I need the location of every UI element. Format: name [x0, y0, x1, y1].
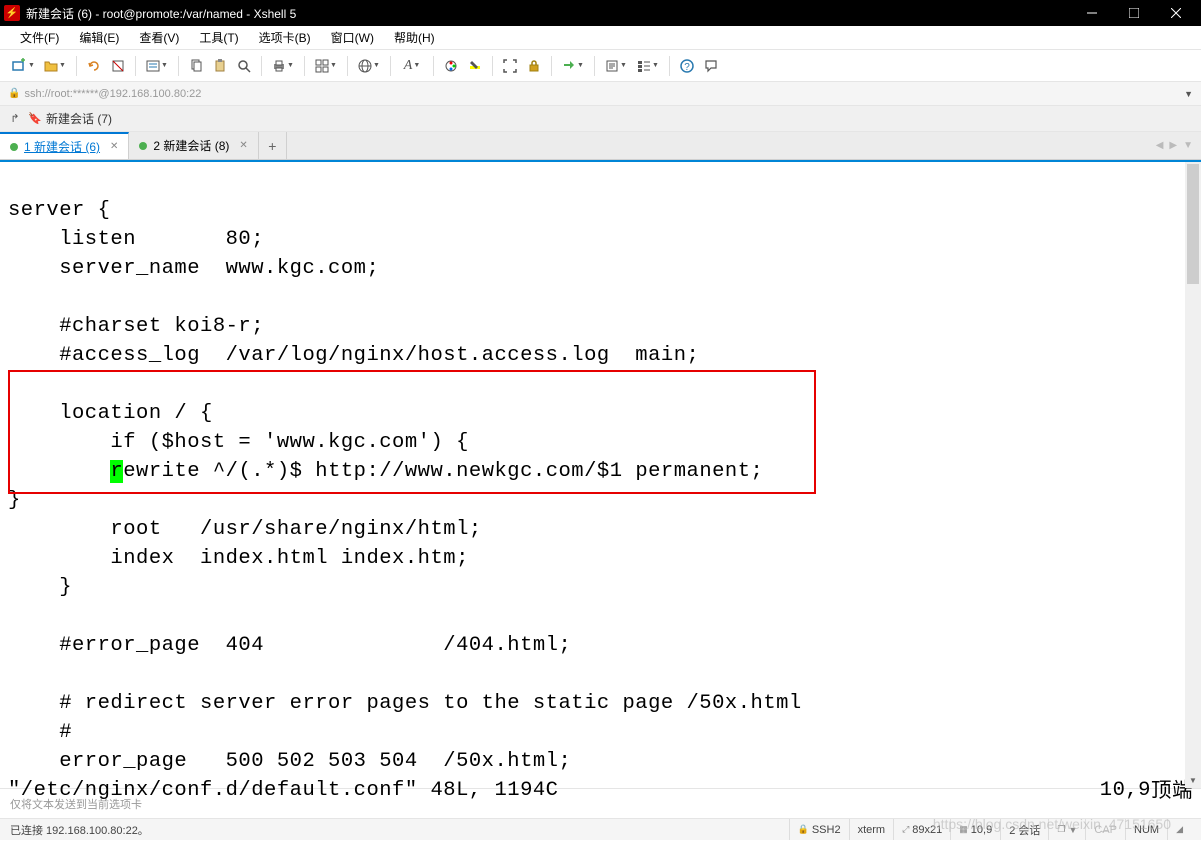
- separator: [347, 56, 348, 76]
- menu-tab[interactable]: 选项卡(B): [249, 27, 321, 48]
- status-dot-icon: [139, 142, 147, 150]
- menu-window[interactable]: 窗口(W): [321, 27, 384, 48]
- chat-button[interactable]: [700, 54, 722, 78]
- vertical-scrollbar[interactable]: ▲ ▼: [1185, 162, 1201, 788]
- terminal-line: }: [8, 489, 21, 512]
- sessionbar: ↱ 🔖 新建会话 (7): [0, 106, 1201, 132]
- menu-edit[interactable]: 编辑(E): [69, 27, 129, 48]
- script-button[interactable]: ▼: [601, 54, 631, 78]
- lock-icon: 🔒: [8, 88, 20, 99]
- terminal-line: }: [8, 576, 72, 599]
- terminal-line: rewrite ^/(.*)$ http://www.newkgc.com/$1…: [8, 460, 763, 483]
- separator: [178, 56, 179, 76]
- tab-next-icon[interactable]: ▶: [1169, 140, 1177, 151]
- layout-button[interactable]: ▼: [311, 54, 341, 78]
- titlebar: ⚡ 新建会话 (6) - root@promote:/var/named - X…: [0, 0, 1201, 26]
- separator: [304, 56, 305, 76]
- toolbar: ▼ ▼ ▼ ▼ ▼ ▼ A▼ ▼ ▼ ▼ ?: [0, 50, 1201, 82]
- properties-button[interactable]: ▼: [142, 54, 172, 78]
- transfer-button[interactable]: ▼: [558, 54, 588, 78]
- view-button[interactable]: ▼: [633, 54, 663, 78]
- status-dot-icon: [10, 143, 18, 151]
- session-label[interactable]: 新建会话 (7): [46, 110, 112, 127]
- bookmark-icon[interactable]: 🔖: [26, 110, 44, 128]
- open-button[interactable]: ▼: [40, 54, 70, 78]
- fullscreen-button[interactable]: [499, 54, 521, 78]
- reconnect-button[interactable]: [83, 54, 105, 78]
- menu-file[interactable]: 文件(F): [10, 27, 69, 48]
- terminal-line: server {: [8, 199, 110, 222]
- tab-label: 2 新建会话 (8): [153, 137, 229, 154]
- terminal-line: #charset koi8-r;: [8, 315, 264, 338]
- print-button[interactable]: ▼: [268, 54, 298, 78]
- tab-session-2[interactable]: 2 新建会话 (8) ✕: [129, 132, 258, 159]
- svg-text:?: ?: [684, 62, 690, 73]
- terminal-line: root /usr/share/nginx/html;: [8, 518, 482, 541]
- separator: [76, 56, 77, 76]
- terminal-line: index index.html index.htm;: [8, 547, 469, 570]
- new-session-button[interactable]: ▼: [8, 54, 38, 78]
- separator: [492, 56, 493, 76]
- menubar: 文件(F) 编辑(E) 查看(V) 工具(T) 选项卡(B) 窗口(W) 帮助(…: [0, 26, 1201, 50]
- font-button[interactable]: A▼: [397, 54, 427, 78]
- maximize-button[interactable]: [1113, 0, 1155, 26]
- scroll-down-icon[interactable]: ▼: [1185, 772, 1201, 788]
- menu-tools[interactable]: 工具(T): [189, 27, 248, 48]
- copy-button[interactable]: [185, 54, 207, 78]
- terminal-line: if ($host = 'www.kgc.com') {: [8, 431, 469, 454]
- tab-session-1[interactable]: 1 新建会话 (6) ✕: [0, 132, 129, 159]
- find-button[interactable]: [233, 54, 255, 78]
- terminal-line: #access_log /var/log/nginx/host.access.l…: [8, 344, 699, 367]
- terminal-line: server_name www.kgc.com;: [8, 257, 379, 280]
- close-tab-icon[interactable]: ✕: [239, 140, 247, 151]
- paste-button[interactable]: [209, 54, 231, 78]
- separator: [433, 56, 434, 76]
- separator: [669, 56, 670, 76]
- terminal-area: server { listen 80; server_name www.kgc.…: [0, 160, 1201, 788]
- cursor: r: [110, 460, 123, 483]
- add-tab-button[interactable]: +: [259, 132, 287, 159]
- tab-label: 1 新建会话 (6): [24, 138, 100, 155]
- scrollbar-thumb[interactable]: [1187, 164, 1199, 284]
- menu-view[interactable]: 查看(V): [129, 27, 189, 48]
- terminal-line: error_page 500 502 503 504 /50x.html;: [8, 750, 571, 773]
- vim-cursor-pos: 10,9: [1100, 776, 1151, 805]
- terminal-line: listen 80;: [8, 228, 264, 251]
- help-button[interactable]: ?: [676, 54, 698, 78]
- arrow-icon[interactable]: ↱: [6, 110, 24, 128]
- menu-help[interactable]: 帮助(H): [384, 27, 445, 48]
- address-text[interactable]: ssh://root:******@192.168.100.80:22: [24, 88, 201, 100]
- tab-menu-icon[interactable]: ▼: [1183, 140, 1193, 151]
- terminal-line: #: [8, 721, 72, 744]
- window-title: 新建会话 (6) - root@promote:/var/named - Xsh…: [26, 5, 1071, 22]
- close-button[interactable]: [1155, 0, 1197, 26]
- highlight-button[interactable]: [464, 54, 486, 78]
- minimize-button[interactable]: [1071, 0, 1113, 26]
- terminal-line: # redirect server error pages to the sta…: [8, 692, 802, 715]
- color-button[interactable]: [440, 54, 462, 78]
- close-tab-icon[interactable]: ✕: [110, 141, 118, 152]
- terminal[interactable]: server { listen 80; server_name www.kgc.…: [0, 162, 1201, 834]
- vim-status-line: "/etc/nginx/conf.d/default.conf" 48L, 11…: [8, 779, 559, 802]
- terminal-line: location / {: [8, 402, 213, 425]
- lock-button[interactable]: [523, 54, 545, 78]
- separator: [261, 56, 262, 76]
- encoding-button[interactable]: ▼: [354, 54, 384, 78]
- addressbar: 🔒 ssh://root:******@192.168.100.80:22 ▼: [0, 82, 1201, 106]
- separator: [390, 56, 391, 76]
- tab-prev-icon[interactable]: ◀: [1156, 140, 1164, 151]
- address-dropdown[interactable]: ▼: [1184, 89, 1193, 99]
- tabbar: 1 新建会话 (6) ✕ 2 新建会话 (8) ✕ + ◀ ▶ ▼: [0, 132, 1201, 160]
- disconnect-button[interactable]: [107, 54, 129, 78]
- app-icon: ⚡: [4, 5, 20, 21]
- terminal-line: #error_page 404 /404.html;: [8, 634, 571, 657]
- separator: [551, 56, 552, 76]
- separator: [594, 56, 595, 76]
- window-controls: [1071, 0, 1197, 26]
- separator: [135, 56, 136, 76]
- tab-nav: ◀ ▶ ▼: [1148, 132, 1201, 159]
